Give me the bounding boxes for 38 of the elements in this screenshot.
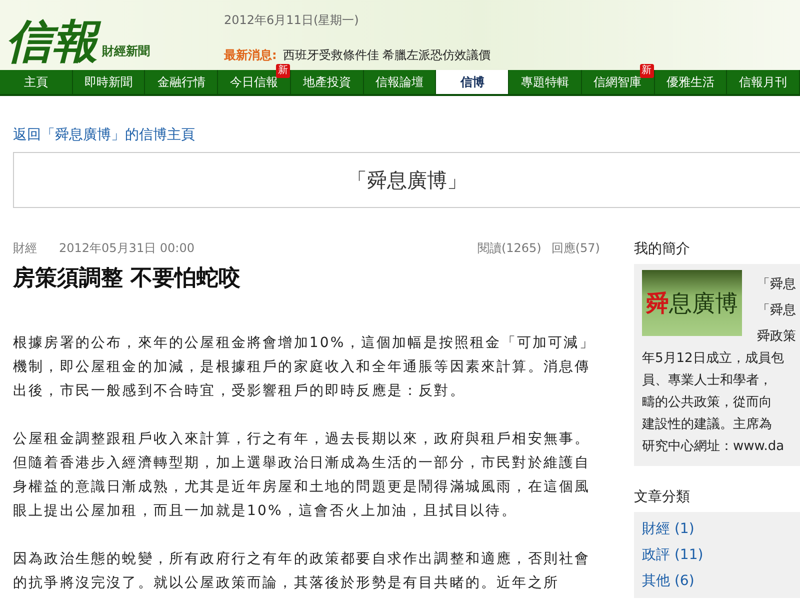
new-badge: 新 [276,64,290,78]
date-text: 2012年6月11日(星期一) [224,12,360,29]
nav-tab[interactable]: 地產投資 [290,70,364,94]
profile-text: 員、專業人士和學者， [642,372,773,390]
profile-text: 「舜息 [757,276,796,294]
article-category: 財經 [13,240,37,257]
news-label: 最新消息: [224,47,277,64]
nav-tab[interactable]: 金融行情 [145,70,218,94]
profile-text: 建設性的建議。主席為 [642,416,773,434]
read-count: 閱讀(1265) [477,240,542,257]
profile-text: 研究中心網址：www.da [642,438,786,456]
profile-text: 年5月12日成立，成員包 [642,350,785,368]
categories-heading: 文章分類 [634,488,691,506]
profile-heading: 我的簡介 [634,240,691,258]
category-link[interactable]: 其他 (6) [642,568,792,594]
nav-tab[interactable]: 主頁 [0,70,73,94]
nav-tab[interactable]: 優雅生活 [654,70,728,94]
article-paragraph: 根據房署的公布，來年的公屋租金將會增加10%，這個加幅是按照租金「可加可減」機制，即公屋租金的加減，是根據租戶的家庭收入和全年通脹等因素來計算。消息傳出後，市民一般感到不合時宜，受影響租戶的即時反應是：反對。 [13,334,596,401]
nav-tab[interactable]: 信報月刊 [727,70,800,94]
blog-title: 「舜息廣博」 [347,166,467,194]
article-paragraph: 公屋租金調整跟租戶收入來計算，行之有年，過去長期以來，政府與租戶相安無事。但隨着香港步入經濟轉型期，加上選舉政治日漸成為生活的一部分，市民對於維護自身權益的意識日漸成熟，尤其是近年房屋和土地的問題更是鬧得滿城風雨，在這個風眼上提出公屋加租，而且一加就是10%，這會否火上加油，且拭目以待。 [13,430,592,521]
new-badge: 新 [640,64,654,78]
category-link[interactable]: 政評 (11) [642,542,792,568]
profile-text: 舜政策 [757,328,796,346]
profile-text: 「舜息 [757,302,796,320]
article-title: 房策須調整 不要怕蛇咬 [13,264,242,293]
category-link[interactable]: 財經 (1) [642,516,792,542]
nav-tab[interactable]: 信博 [436,70,510,94]
reply-count: 回應(57) [551,240,600,257]
article-date: 2012年05月31日 00:00 [59,240,194,257]
profile-text: 疇的公共政策，從而向 [642,394,773,412]
news-headline[interactable]: 西班牙受救條件佳 希臘左派恐仿效議價 [282,47,491,64]
nav-tab[interactable]: 即時新聞 [72,70,146,94]
article-paragraph: 因為政治生態的蛻變，所有政府行之有年的政策都要自求作出調整和適應，否則社會的抗爭將沒完沒了。就以公屋政策而論，其落後於形勢是有目共睹的。近年之所 [13,550,592,593]
back-link[interactable]: 返回「舜息廣博」的信博主頁 [13,127,195,143]
blog-logo: 舜息廣博 [642,270,742,336]
logo-subtitle: 財經新聞 [102,43,150,60]
nav-tab[interactable]: 專題特輯 [509,70,582,94]
